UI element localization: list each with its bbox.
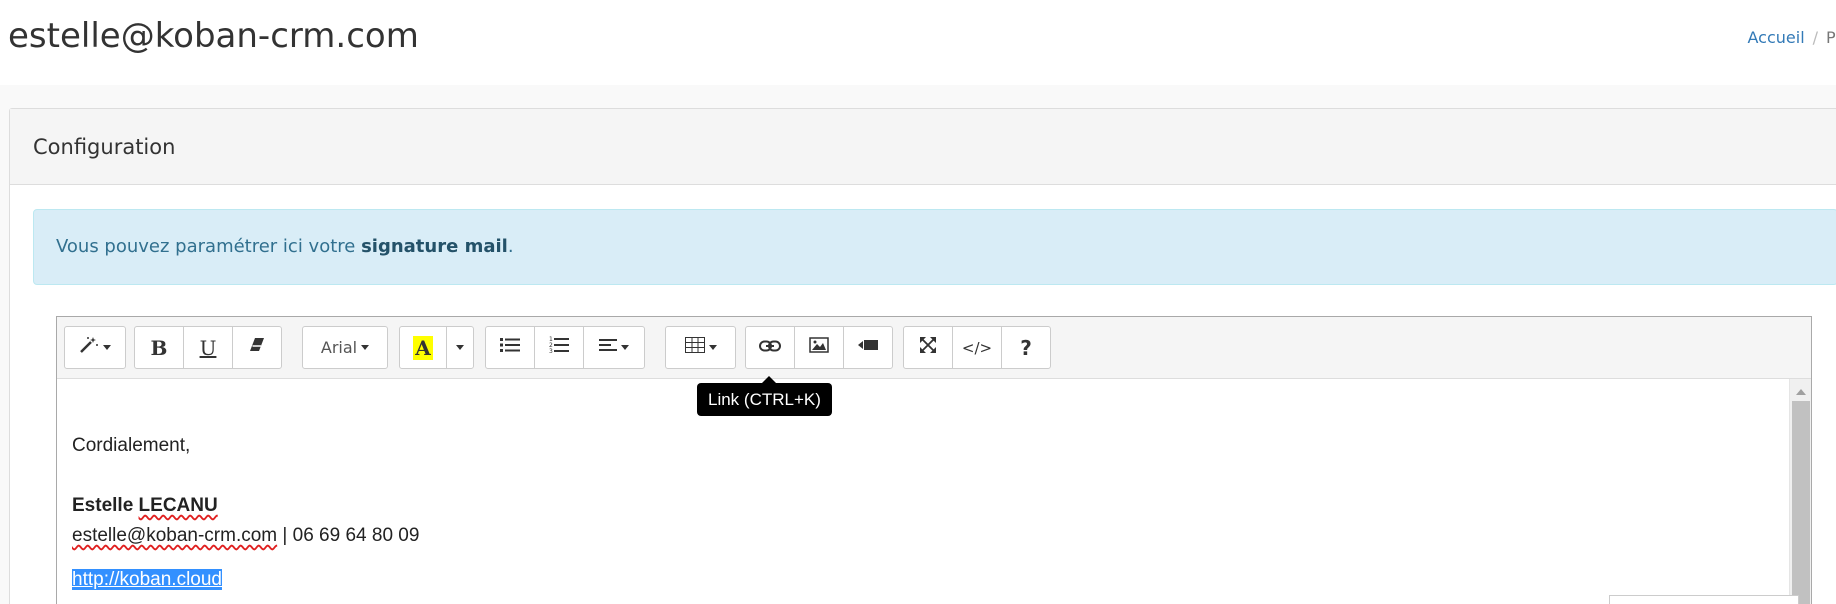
expand-icon [919,336,937,359]
alert-text: Vous pouvez paramétrer ici votre [56,236,362,257]
caret-down-icon [361,345,370,350]
eraser-icon [248,337,266,358]
tooltip-arrow [762,376,776,383]
breadcrumb-current: Pr [1826,28,1836,47]
rich-text-editor: B U Arial A 123 </> ? Cordialement, Este… [56,316,1812,604]
link-icon [759,339,781,357]
signature-name-line: Estelle LECANU [72,491,1774,521]
view-group: </> ? [903,326,1051,369]
color-group: A [399,326,474,369]
underline-button[interactable]: U [183,326,233,369]
image-icon [809,337,829,358]
insert-video-button[interactable] [843,326,893,369]
signature-contact-line: estelle@koban-crm.com | 06 69 64 80 09 [72,521,1774,551]
alert-text-bold: signature mail [361,236,508,257]
info-alert: Vous pouvez paramétrer ici votre signatu… [33,209,1836,285]
style-group [64,326,126,369]
bold-button[interactable]: B [134,326,184,369]
code-view-button[interactable]: </> [952,326,1002,369]
ordered-list-button[interactable]: 123 [534,326,584,369]
caret-down-icon [708,345,717,350]
color-dropdown-button[interactable] [446,326,474,369]
fullscreen-button[interactable] [903,326,953,369]
font-name-group: Arial [302,326,388,369]
code-icon: </> [961,338,993,357]
style-dropdown-button[interactable] [64,326,126,369]
signature-separator: | [277,525,293,546]
underline-icon: U [199,335,217,360]
breadcrumb: Accueil / Pr [1748,28,1836,47]
signature-phone: 06 69 64 80 09 [292,525,420,546]
clear-format-button[interactable] [232,326,282,369]
font-name-dropdown[interactable]: Arial [302,326,388,369]
signature-website-line: http://koban.cloud [72,565,1774,595]
help-button[interactable]: ? [1001,326,1051,369]
signature-last-name: LECANU [138,495,218,516]
text-color-button[interactable]: A [399,326,447,369]
video-icon [857,338,879,357]
editor-resize-handle[interactable] [1609,595,1799,604]
link-tooltip: Link (CTRL+K) [697,383,832,416]
breadcrumb-separator: / [1812,28,1819,47]
paragraph-align-dropdown[interactable] [583,326,645,369]
help-icon: ? [1020,335,1032,360]
font-style-group: B U [134,326,282,369]
table-group [665,326,736,369]
caret-down-icon [103,345,111,350]
paragraph-group: 123 [485,326,645,369]
signature-greeting: Cordialement, [72,435,191,456]
bullet-list-icon [500,337,520,358]
scroll-thumb[interactable] [1792,401,1810,604]
signature-first-name: Estelle [72,495,134,516]
align-left-icon [599,338,617,357]
signature-website-link[interactable]: http://koban.cloud [72,569,222,590]
numbered-list-icon: 123 [549,336,569,359]
font-name-label: Arial [320,338,358,357]
alert-text-end: . [507,236,514,257]
breadcrumb-home-link[interactable]: Accueil [1748,28,1805,47]
editor-toolbar: B U Arial A 123 </> ? [57,317,1811,379]
page-header: estelle@koban-crm.com Accueil / Pr [0,0,1836,85]
magic-wand-icon [79,336,99,359]
panel-heading: Configuration [10,109,1836,185]
table-icon [684,337,705,358]
editor-content-area[interactable]: Cordialement, Estelle LECANU estelle@kob… [57,379,1789,604]
bold-icon: B [150,335,168,360]
insert-group [745,326,893,369]
caret-down-icon [456,345,464,350]
page-title: estelle@koban-crm.com [8,16,419,56]
insert-image-button[interactable] [794,326,844,369]
editor-scrollbar[interactable] [1789,379,1811,604]
insert-link-button[interactable] [745,326,795,369]
scroll-up-arrow-icon[interactable] [1796,389,1806,395]
text-color-icon: A [413,335,433,360]
svg-text:3: 3 [549,348,553,354]
table-dropdown-button[interactable] [665,326,736,369]
unordered-list-button[interactable] [485,326,535,369]
signature-email[interactable]: estelle@koban-crm.com [72,525,277,546]
caret-down-icon [621,345,629,350]
